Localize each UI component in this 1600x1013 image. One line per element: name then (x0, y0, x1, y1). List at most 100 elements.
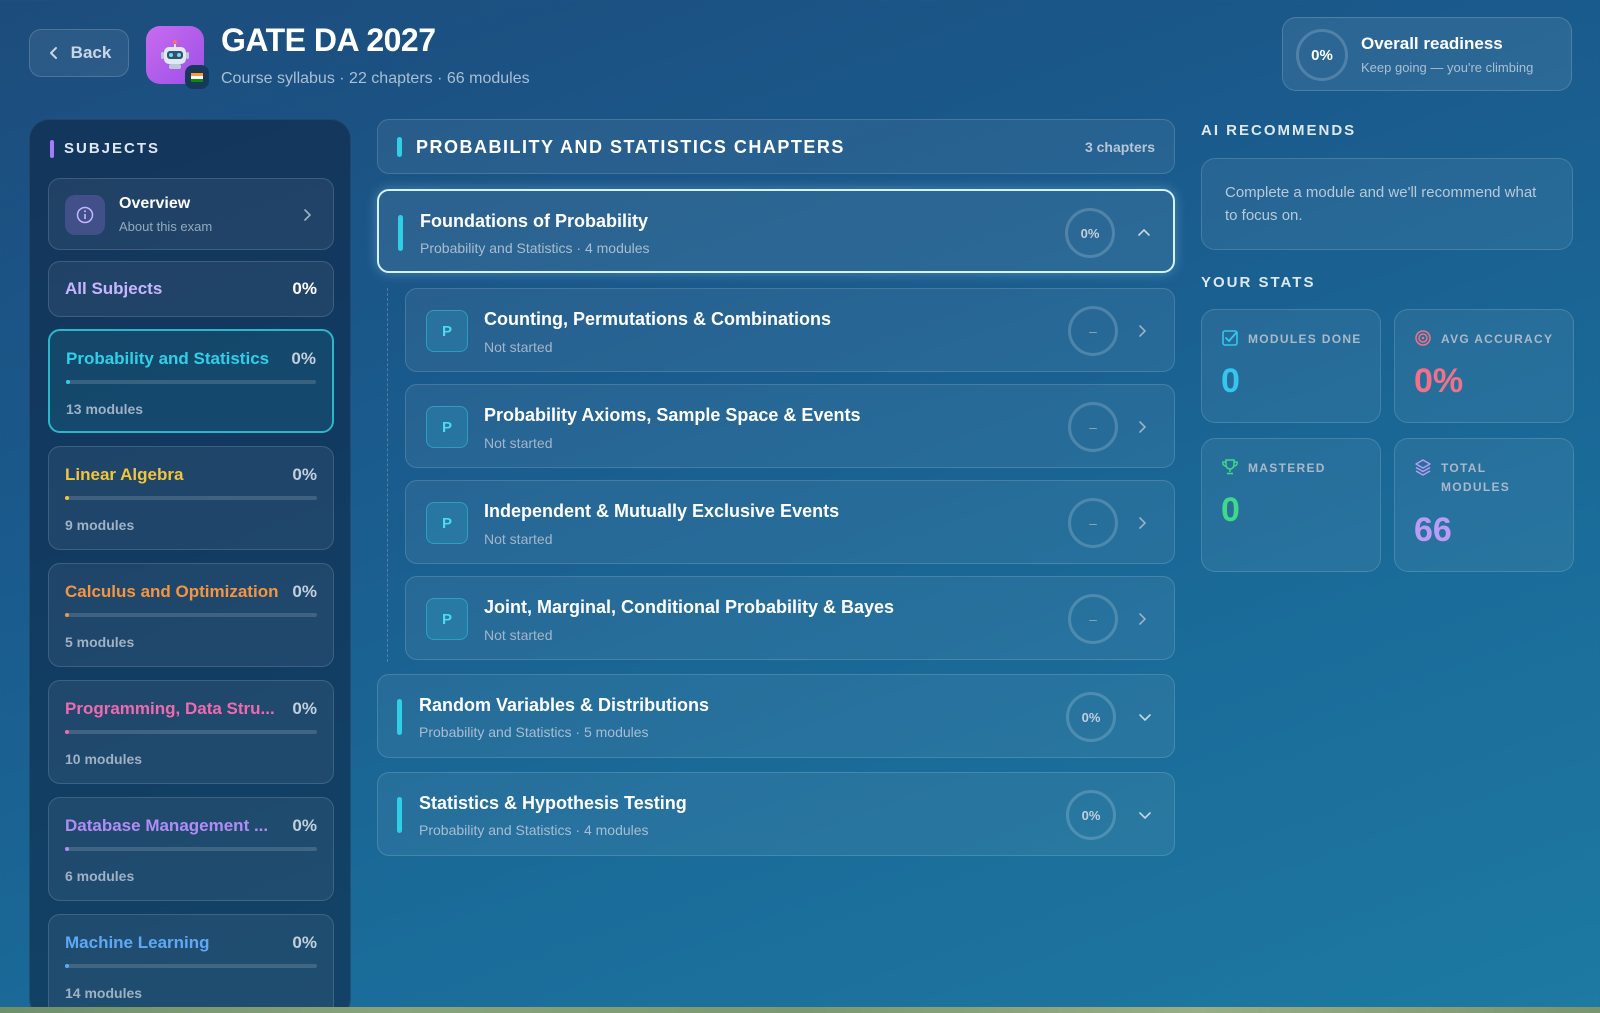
subject-percent: 0% (292, 699, 317, 718)
stat-label: AVG ACCURACY (1441, 332, 1554, 346)
overview-subtitle: About this exam (119, 219, 213, 234)
chapter-subtitle: Probability and Statistics · 4 modules (420, 240, 650, 256)
subject-module-count: 6 modules (65, 868, 135, 884)
module-score-ring: – (1068, 594, 1118, 644)
subject-module-count: 10 modules (65, 751, 143, 767)
stat-avg-accuracy: AVG ACCURACY 0% (1394, 309, 1574, 423)
chevron-right-icon (1139, 613, 1147, 625)
subject-progress-fill (65, 730, 69, 734)
subject-item[interactable]: Probability and Statistics 0% 13 modules (48, 329, 334, 433)
chapter-accent (398, 215, 403, 251)
subject-name: Calculus and Optimization (65, 582, 279, 601)
chevron-down-icon[interactable] (1138, 808, 1152, 822)
module-title: Probability Axioms, Sample Space & Event… (484, 405, 861, 425)
module-independent-events[interactable]: P Independent & Mutually Exclusive Event… (405, 480, 1175, 564)
chevron-up-icon[interactable] (1137, 226, 1151, 240)
module-joint-marginal-bayes[interactable]: P Joint, Marginal, Conditional Probabili… (405, 576, 1175, 660)
subject-progress-bar (65, 496, 317, 500)
module-probability-axioms[interactable]: P Probability Axioms, Sample Space & Eve… (405, 384, 1175, 468)
subject-progress-bar (65, 964, 317, 968)
subjects-heading: SUBJECTS (64, 140, 161, 157)
subject-percent: 0% (291, 349, 316, 368)
subject-item[interactable]: Linear Algebra 0% 9 modules (48, 446, 334, 550)
subject-progress-bar (65, 730, 317, 734)
all-subjects-label: All Subjects (65, 279, 163, 298)
chapter-subtitle: Probability and Statistics · 5 modules (419, 724, 649, 740)
subject-module-count: 9 modules (65, 517, 135, 533)
chapter-progress-ring: 0% (1066, 692, 1116, 742)
subject-name: Linear Algebra (65, 465, 184, 484)
page-title: GATE DA 2027 (221, 22, 436, 58)
chapter-progress-ring: 0% (1066, 790, 1116, 840)
back-button[interactable]: Back (29, 29, 129, 77)
all-subjects-item[interactable]: All Subjects 0% (48, 261, 334, 317)
subject-module-count: 14 modules (65, 985, 143, 1001)
subject-progress-fill (65, 964, 69, 968)
stat-label: MASTERED (1248, 461, 1326, 475)
subject-item[interactable]: Calculus and Optimization 0% 5 modules (48, 563, 334, 667)
overall-readiness-card: 0% Overall readiness Keep going — you're… (1282, 17, 1572, 91)
subject-progress-bar (66, 380, 316, 384)
subject-progress-fill (65, 847, 69, 851)
module-score-ring: – (1068, 306, 1118, 356)
module-status: Not started (484, 435, 553, 451)
background-ground (0, 1007, 1600, 1013)
module-status: Not started (484, 531, 553, 547)
flag-badge (185, 65, 209, 89)
stat-total-modules: TOTAL MODULES 66 (1394, 438, 1574, 572)
module-title: Independent & Mutually Exclusive Events (484, 501, 840, 521)
your-stats-heading: YOUR STATS (1201, 274, 1316, 291)
subject-module-count: 5 modules (65, 634, 135, 650)
overview-title: Overview (119, 195, 191, 212)
stat-label: MODULES DONE (1248, 332, 1362, 346)
subject-percent: 0% (292, 933, 317, 952)
chapters-header: PROBABILITY AND STATISTICS CHAPTERS 3 ch… (377, 119, 1175, 174)
subject-item[interactable]: Database Management ... 0% 6 modules (48, 797, 334, 901)
overview-item[interactable]: Overview About this exam (48, 178, 334, 250)
stat-label: TOTAL MODULES (1441, 461, 1511, 494)
chevron-right-icon (1139, 421, 1147, 433)
chevron-right-icon (1139, 517, 1147, 529)
module-title: Counting, Permutations & Combinations (484, 309, 831, 329)
section-accent (397, 137, 402, 157)
module-badge: P (426, 310, 468, 352)
stat-value: 66 (1414, 511, 1452, 549)
subject-progress-bar (65, 613, 317, 617)
readiness-subtitle: Keep going — you're climbing (1361, 60, 1534, 75)
chapter-statistics-hypothesis[interactable]: Statistics & Hypothesis Testing Probabil… (377, 772, 1175, 856)
subject-percent: 0% (292, 582, 317, 601)
check-square-icon (1222, 330, 1238, 346)
module-badge: P (426, 502, 468, 544)
subject-progress-fill (66, 380, 70, 384)
subject-percent: 0% (292, 816, 317, 835)
chapter-foundations-of-probability[interactable]: Foundations of Probability Probability a… (377, 189, 1175, 273)
chevron-down-icon[interactable] (1138, 710, 1152, 724)
back-label: Back (70, 43, 112, 62)
stat-mastered: MASTERED 0 (1201, 438, 1381, 572)
all-subjects-percent: 0% (292, 279, 317, 298)
subject-item[interactable]: Machine Learning 0% 14 modules (48, 914, 334, 1013)
chapter-subtitle: Probability and Statistics · 4 modules (419, 822, 649, 838)
subject-progress-bar (65, 847, 317, 851)
module-counting[interactable]: P Counting, Permutations & Combinations … (405, 288, 1175, 372)
module-status: Not started (484, 339, 553, 355)
chapter-title: Random Variables & Distributions (419, 695, 710, 715)
chapter-accent (397, 797, 402, 833)
readiness-title: Overall readiness (1361, 34, 1503, 53)
chevron-right-icon (1139, 325, 1147, 337)
target-icon (1415, 330, 1431, 346)
subjects-sidebar: SUBJECTS Overview About this exam All Su… (29, 119, 351, 1013)
ai-recommendation-card: Complete a module and we'll recommend wh… (1201, 158, 1573, 250)
ai-recommendation-text: Complete a module and we'll recommend wh… (1225, 184, 1537, 224)
subject-item[interactable]: Programming, Data Stru... 0% 10 modules (48, 680, 334, 784)
module-status: Not started (484, 627, 553, 643)
module-badge: P (426, 406, 468, 448)
chapter-random-variables[interactable]: Random Variables & Distributions Probabi… (377, 674, 1175, 758)
stat-value: 0% (1414, 362, 1464, 400)
tree-connector (387, 288, 388, 662)
module-score-ring: – (1068, 402, 1118, 452)
app-logo (146, 26, 209, 89)
chapter-accent (397, 699, 402, 735)
subject-name: Programming, Data Stru... (65, 699, 275, 718)
stat-value: 0 (1221, 491, 1240, 529)
